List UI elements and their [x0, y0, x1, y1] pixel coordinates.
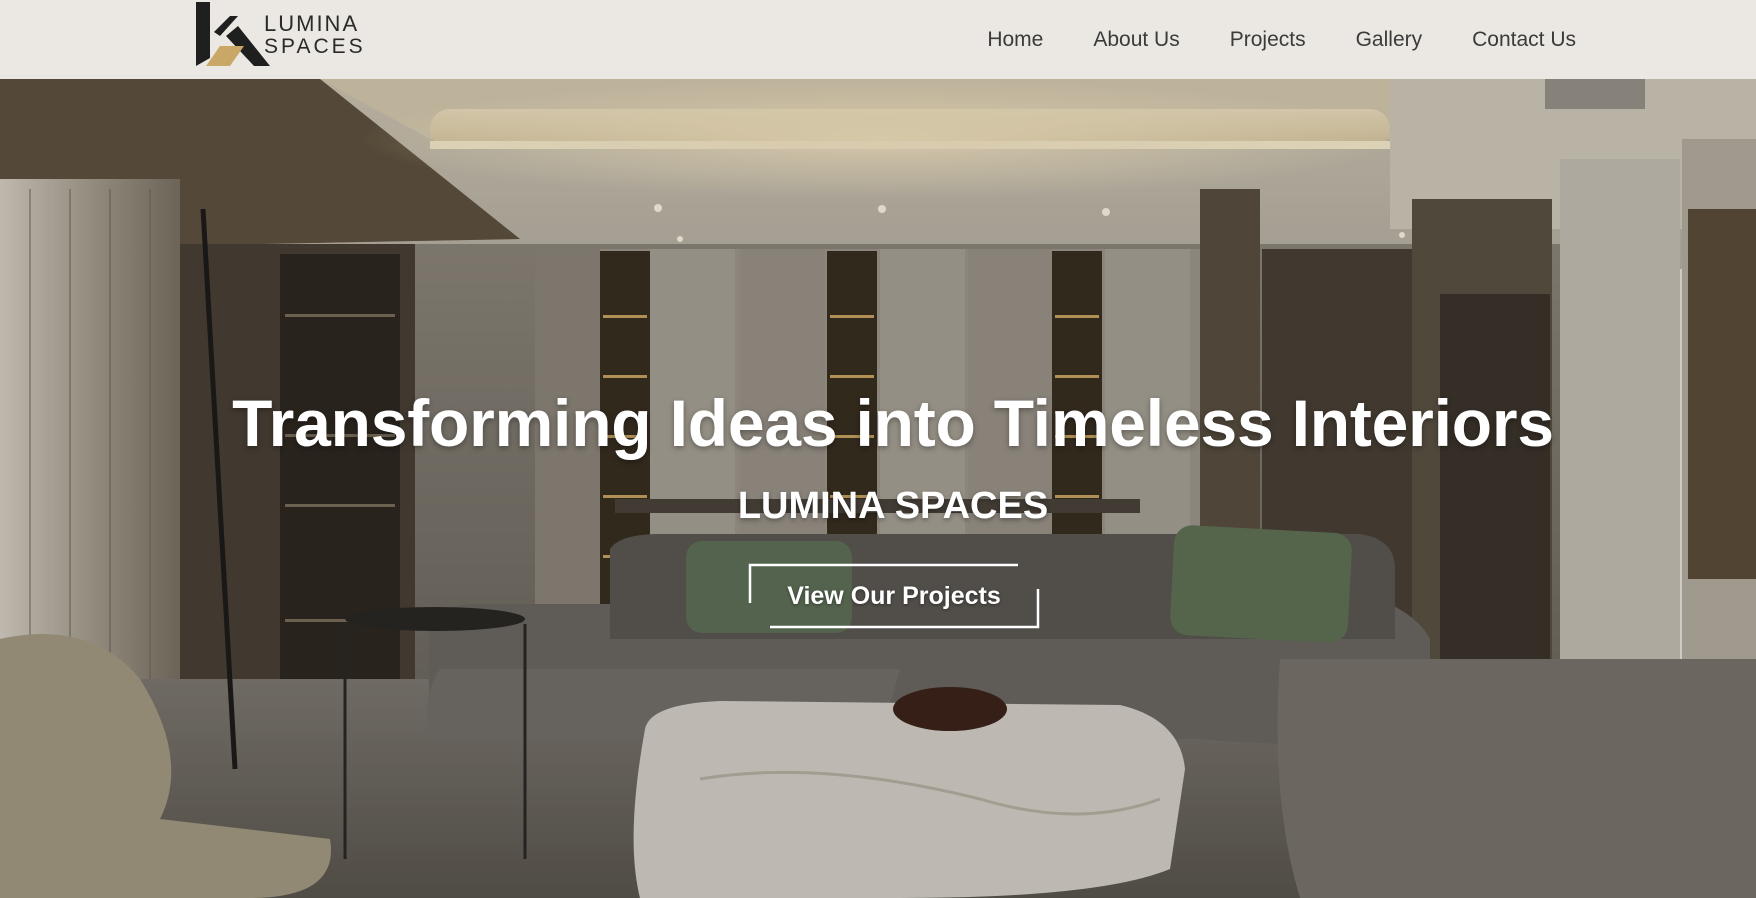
brand-logo[interactable]: LUMINA SPACES: [196, 2, 376, 66]
hero-title: Transforming Ideas into Timeless Interio…: [232, 386, 1554, 460]
brand-name: LUMINA SPACES: [264, 12, 366, 58]
hero-section: Transforming Ideas into Timeless Interio…: [0, 79, 1756, 898]
nav-item-about-us[interactable]: About Us: [1093, 29, 1179, 50]
view-projects-button[interactable]: View Our Projects: [748, 563, 1040, 629]
view-projects-label: View Our Projects: [787, 581, 1001, 610]
nav-item-contact-us[interactable]: Contact Us: [1472, 29, 1576, 50]
hero-subtitle: LUMINA SPACES: [737, 485, 1049, 527]
main-nav: Home About Us Projects Gallery Contact U…: [937, 0, 1576, 79]
nav-item-home[interactable]: Home: [987, 29, 1043, 50]
brand-name-line2: SPACES: [264, 35, 366, 58]
site-header: LUMINA SPACES Home About Us Projects Gal…: [0, 0, 1756, 79]
nav-item-projects[interactable]: Projects: [1230, 29, 1306, 50]
brand-logo-mark-icon: [196, 2, 270, 66]
nav-item-gallery[interactable]: Gallery: [1356, 29, 1423, 50]
brand-name-line1: LUMINA: [264, 11, 360, 36]
